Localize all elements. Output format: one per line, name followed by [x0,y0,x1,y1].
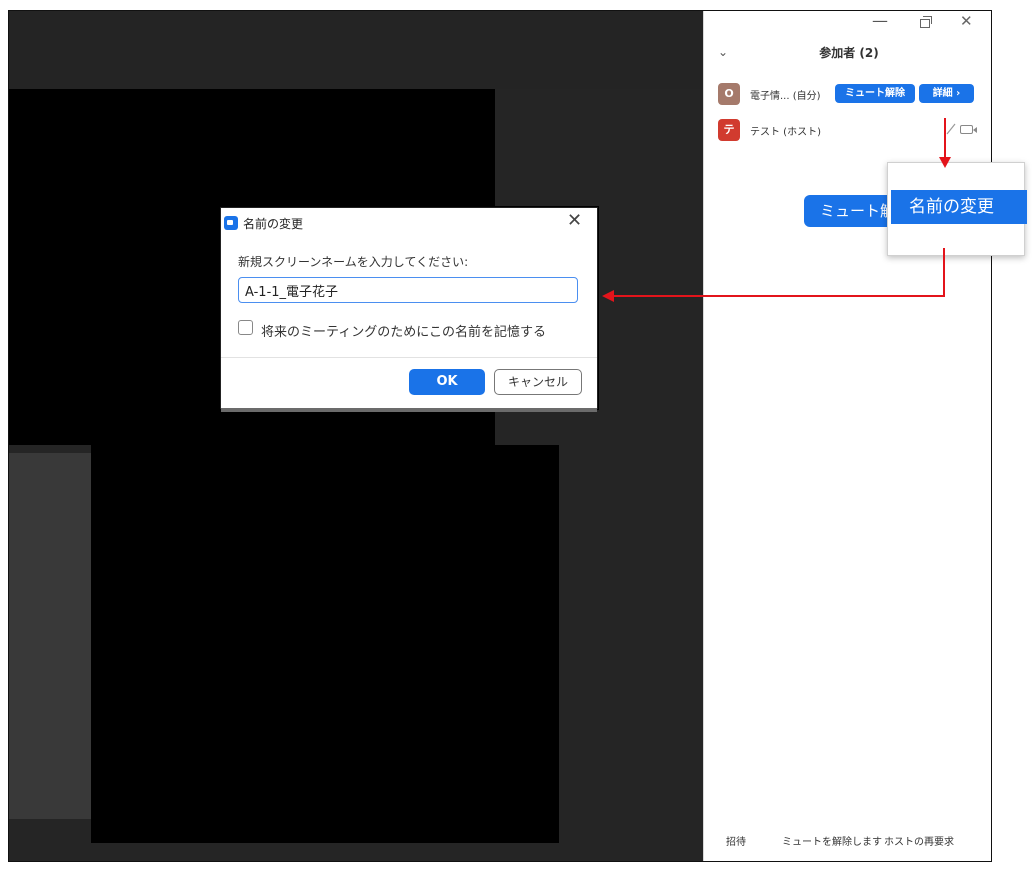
close-icon[interactable]: ✕ [567,210,582,231]
mic-muted-icon [946,123,956,135]
camera-icon [960,125,977,134]
remember-name-label[interactable]: 将来のミーティングのためにこの名前を記憶する [261,321,546,340]
minimize-icon[interactable]: — [872,11,888,30]
dialog-title: 名前の変更 [243,217,304,231]
close-window-icon[interactable]: ✕ [960,12,973,30]
invite-button[interactable]: 招待 [726,833,746,848]
video-tile-side [9,453,93,819]
video-tile-bottom[interactable] [91,445,559,843]
more-button[interactable]: 詳細 › [919,84,974,103]
panel-title: 参加者 (2) [819,46,879,60]
participant-name: テスト (ホスト) [750,127,821,138]
participants-panel: — ✕ ⌄ 参加者 (2) O 電子情... (自分) ミュート解除 詳細 › … [703,11,991,861]
avatar: O [718,83,740,105]
context-menu: 名前の変更 [887,162,1027,256]
unmute-all-link[interactable]: ミュートを解除します [782,833,882,848]
screen-name-input[interactable] [238,277,578,303]
ok-button[interactable]: OK [409,369,485,395]
reclaim-host-button[interactable]: ホストの再要求 [884,833,954,848]
dialog-prompt: 新規スクリーンネームを入力してください: [238,255,469,269]
remember-name-checkbox[interactable] [238,320,253,335]
video-area [9,11,703,861]
participant-name: 電子情... (自分) [750,91,821,102]
zoom-camera-icon [224,216,238,230]
cancel-button[interactable]: キャンセル [494,369,582,395]
rename-menu-item[interactable]: 名前の変更 [891,190,1027,224]
participant-row-self[interactable]: O 電子情... (自分) ミュート解除 詳細 › [704,81,991,107]
meeting-window: — ✕ ⌄ 参加者 (2) O 電子情... (自分) ミュート解除 詳細 › … [8,10,992,862]
dialog-bottom-edge [221,408,597,412]
unmute-button[interactable]: ミュート解除 [835,84,915,103]
participant-row-host[interactable]: テ テスト (ホスト) [704,117,991,143]
restore-icon[interactable] [920,16,932,28]
avatar: テ [718,119,740,141]
dialog-divider [221,357,597,358]
rename-dialog: 名前の変更 ✕ 新規スクリーンネームを入力してください: 将来のミーティングのた… [220,207,598,412]
video-top-strip [9,11,703,89]
panel-footer: 招待 ミュートを解除します ホストの再要求 [704,827,991,861]
